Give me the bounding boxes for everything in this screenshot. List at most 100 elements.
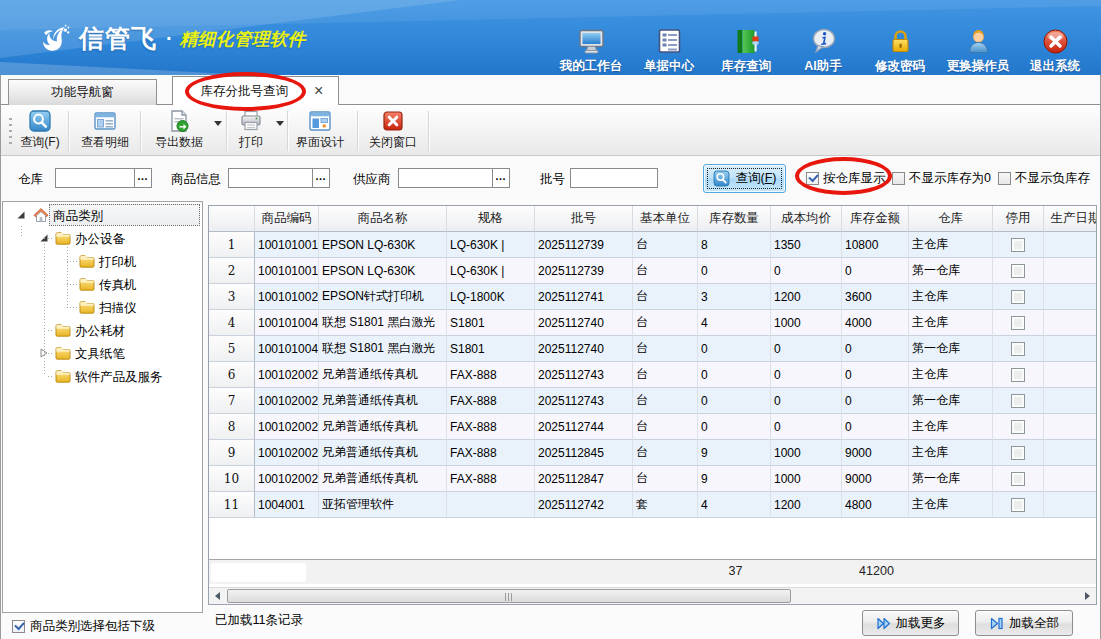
filter-input-2[interactable] <box>229 169 312 187</box>
grid-column-header-9[interactable]: 库存金额 <box>842 206 909 232</box>
topnav-item-3[interactable]: 库存查询 <box>707 27 785 75</box>
horizontal-scrollbar[interactable] <box>209 587 1096 604</box>
stopped-checkbox[interactable] <box>1011 472 1025 486</box>
tree-item-1[interactable]: 商品类别 <box>3 204 202 227</box>
cell-unit: 套 <box>633 492 698 518</box>
grid-column-header-10[interactable]: 仓库 <box>909 206 993 232</box>
grid-column-header-1[interactable] <box>209 206 255 232</box>
stopped-checkbox[interactable] <box>1011 368 1025 382</box>
grid-row-10[interactable]: 10100102002兄弟普通纸传真机FAX-8882025112847台910… <box>209 466 1096 492</box>
grid-row-3[interactable]: 3100101002EPSON针式打印机LQ-1800K2025112741台3… <box>209 284 1096 310</box>
stopped-checkbox-cell[interactable] <box>993 310 1044 336</box>
stopped-checkbox[interactable] <box>1011 238 1025 252</box>
toolbar-button-1[interactable]: 查询(F) <box>14 109 66 153</box>
toolbar-button-3[interactable]: 导出数据 <box>146 109 212 153</box>
filter-input-1[interactable] <box>56 169 134 187</box>
topnav-item-1[interactable]: 我的工作台 <box>552 27 630 75</box>
stopped-checkbox[interactable] <box>1011 420 1025 434</box>
topnav-item-7[interactable]: 退出系统 <box>1016 27 1094 75</box>
lookup-ellipsis-button[interactable]: … <box>134 169 151 187</box>
topnav-label: 库存查询 <box>721 58 771 75</box>
cell-batch: 2025112845 <box>535 440 633 466</box>
grid-row-5[interactable]: 5100101004联想 S1801 黑白激光S18012025112740台0… <box>209 336 1096 362</box>
stopped-checkbox[interactable] <box>1011 498 1025 512</box>
scrollbar-thumb[interactable] <box>227 589 791 603</box>
topnav-item-6[interactable]: 更换操作员 <box>939 27 1017 75</box>
toolbar-button-5[interactable]: 界面设计 <box>290 109 350 153</box>
lookup-ellipsis-button[interactable]: … <box>492 169 509 187</box>
filter-checkbox-3[interactable]: 不显示负库存 <box>998 170 1090 187</box>
stopped-checkbox[interactable] <box>1011 316 1025 330</box>
grid-row-8[interactable]: 8100102002兄弟普通纸传真机FAX-8882025112744台000主… <box>209 414 1096 440</box>
toolbar-button-4[interactable]: 打印 <box>229 109 273 153</box>
grid-column-header-5[interactable]: 批号 <box>535 206 633 232</box>
stopped-checkbox-cell[interactable] <box>993 440 1044 466</box>
topnav-item-5[interactable]: 修改密码 <box>861 27 939 75</box>
grid-row-4[interactable]: 4100101004联想 S1801 黑白激光S18012025112740台4… <box>209 310 1096 336</box>
stopped-checkbox[interactable] <box>1011 264 1025 278</box>
stopped-checkbox-cell[interactable] <box>993 362 1044 388</box>
grid-row-11[interactable]: 111004001亚拓管理软件2025112742套412004800主仓库 <box>209 492 1096 518</box>
expander-open-icon[interactable] <box>16 210 26 220</box>
checkbox-unchecked[interactable] <box>998 172 1011 185</box>
stopped-checkbox-cell[interactable] <box>993 492 1044 518</box>
grid-row-7[interactable]: 7100102002兄弟普通纸传真机FAX-8882025112743台000第… <box>209 388 1096 414</box>
grid-column-header-11[interactable]: 停用 <box>993 206 1044 232</box>
grid-column-header-4[interactable]: 规格 <box>447 206 535 232</box>
query-button[interactable]: 查询(F) <box>703 164 786 193</box>
stopped-checkbox[interactable] <box>1011 290 1025 304</box>
stopped-checkbox[interactable] <box>1011 342 1025 356</box>
filter-input-3[interactable] <box>399 169 492 187</box>
filter-checkbox-2[interactable]: 不显示库存为0 <box>892 170 991 187</box>
load-all-button[interactable]: 加载全部 <box>975 610 1073 636</box>
scroll-left-arrow[interactable] <box>209 588 226 604</box>
tree-item-4[interactable]: 传真机 <box>3 273 202 296</box>
filter-input-4[interactable] <box>571 169 657 187</box>
tab-active[interactable]: 库存分批号查询× <box>172 76 339 105</box>
checkbox-unchecked[interactable] <box>892 172 905 185</box>
load-more-button[interactable]: 加载更多 <box>862 610 959 636</box>
tree-item-3[interactable]: 打印机 <box>3 250 202 273</box>
grid-row-1[interactable]: 1100101001EPSON LQ-630KLQ-630K |20251127… <box>209 232 1096 258</box>
stopped-checkbox-cell[interactable] <box>993 232 1044 258</box>
filter-checkbox-1[interactable]: 按仓库显示 <box>806 170 886 187</box>
grid-column-header-12[interactable]: 生产日期 <box>1044 206 1097 232</box>
grid-row-9[interactable]: 9100102002兄弟普通纸传真机FAX-8882025112845台9100… <box>209 440 1096 466</box>
dropdown-arrow-icon[interactable] <box>276 121 284 126</box>
stopped-checkbox-cell[interactable] <box>993 388 1044 414</box>
tree-item-6[interactable]: 办公耗材 <box>3 319 202 342</box>
grid-column-header-8[interactable]: 成本均价 <box>771 206 842 232</box>
tab-1[interactable]: 功能导航窗 <box>8 79 157 105</box>
grid-column-header-3[interactable]: 商品名称 <box>319 206 447 232</box>
scroll-right-arrow[interactable] <box>1079 588 1096 604</box>
stopped-checkbox-cell[interactable] <box>993 466 1044 492</box>
tree-item-7[interactable]: 文具纸笔 <box>3 342 202 365</box>
dropdown-arrow-icon[interactable] <box>214 121 222 126</box>
toolbar-button-2[interactable]: 查看明细 <box>74 109 136 153</box>
include-sub-category-checkbox[interactable] <box>12 620 25 633</box>
topnav-item-2[interactable]: 单据中心 <box>630 27 708 75</box>
lookup-ellipsis-button[interactable]: … <box>312 169 329 187</box>
stopped-checkbox-cell[interactable] <box>993 336 1044 362</box>
tree-item-5[interactable]: 扫描仪 <box>3 296 202 319</box>
grid-column-header-2[interactable]: 商品编码 <box>255 206 319 232</box>
tab-close-icon[interactable]: × <box>314 83 323 99</box>
grid-column-header-6[interactable]: 基本单位 <box>633 206 698 232</box>
checkbox-checked[interactable] <box>806 172 819 185</box>
grid-column-header-7[interactable]: 库存数量 <box>698 206 771 232</box>
tree-item-2[interactable]: 办公设备 <box>3 227 202 250</box>
tree-footer[interactable]: 商品类别选择包括下级 <box>2 613 203 639</box>
grid-row-6[interactable]: 6100102002兄弟普通纸传真机FAX-8882025112743台000主… <box>209 362 1096 388</box>
topnav-item-4[interactable]: AI助手 <box>784 27 862 75</box>
toolbar-separator <box>68 111 69 151</box>
grid-row-2[interactable]: 2100101001EPSON LQ-630KLQ-630K |20251127… <box>209 258 1096 284</box>
toolbar-grip[interactable] <box>9 118 12 144</box>
stopped-checkbox-cell[interactable] <box>993 284 1044 310</box>
summary-left-pill <box>211 563 306 582</box>
stopped-checkbox-cell[interactable] <box>993 414 1044 440</box>
stopped-checkbox[interactable] <box>1011 446 1025 460</box>
stopped-checkbox[interactable] <box>1011 394 1025 408</box>
stopped-checkbox-cell[interactable] <box>993 258 1044 284</box>
tree-item-8[interactable]: 软件产品及服务 <box>3 365 202 388</box>
toolbar-button-6[interactable]: 关闭窗口 <box>362 109 424 153</box>
